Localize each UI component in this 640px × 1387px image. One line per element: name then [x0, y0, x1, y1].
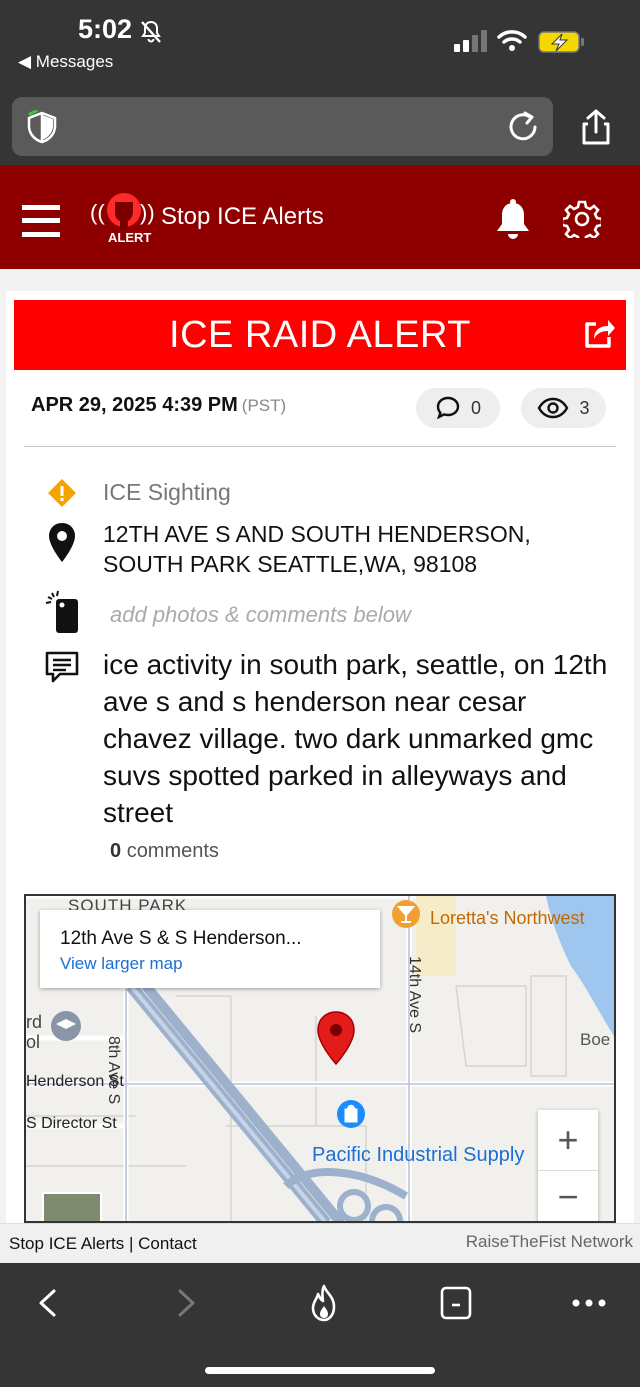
- comments-count-value: 0: [470, 397, 481, 418]
- svg-text:ALERT: ALERT: [108, 230, 151, 245]
- map-edge-label-left-2: ol: [26, 1032, 41, 1052]
- svg-text:((: ((: [90, 200, 105, 225]
- satellite-toggle[interactable]: [42, 1192, 102, 1221]
- alert-timezone: (PST): [241, 396, 287, 415]
- sighting-type: ICE Sighting: [103, 479, 231, 505]
- map-street-director: S Director St: [26, 1115, 117, 1132]
- map-street-8th: 8th Ave S: [105, 1036, 122, 1105]
- battery-charging-icon: [538, 31, 584, 53]
- embedded-map[interactable]: SOUTH PARK Loretta's Northwest Boe rd ol …: [24, 894, 616, 1223]
- footer-links[interactable]: Stop ICE Alerts | Contact: [9, 1234, 197, 1254]
- gear-icon[interactable]: [563, 200, 601, 238]
- address-line-1: 12TH AVE S AND SOUTH HENDERSON,: [103, 521, 531, 547]
- alert-address: 12TH AVE S AND SOUTH HENDERSON, SOUTH PA…: [103, 519, 573, 579]
- speech-bubble-icon: [436, 396, 460, 420]
- comments-summary[interactable]: 0 comments: [110, 840, 219, 863]
- message-icon: [45, 651, 79, 683]
- alert-banner: ICE RAID ALERT: [14, 300, 626, 370]
- map-edge-label-left: rd ol: [26, 1012, 42, 1052]
- alert-datetime: APR 29, 2025 4:39 PM: [31, 394, 238, 416]
- comments-counter[interactable]: 0: [416, 388, 500, 428]
- back-to-messages-link[interactable]: ◀ Messages: [18, 52, 113, 72]
- map-zoom-controls: + −: [538, 1110, 598, 1221]
- forward-arrow-icon[interactable]: [176, 1288, 198, 1318]
- raised-fist-logo[interactable]: (( )) ALERT: [90, 188, 154, 246]
- comments-summary-label: comments: [126, 840, 219, 862]
- hamburger-icon[interactable]: [22, 204, 60, 238]
- back-to-messages-label: Messages: [35, 52, 114, 71]
- wifi-icon: [497, 30, 527, 51]
- map-card-title: 12th Ave S & S Henderson...: [60, 928, 302, 949]
- zoom-in-button[interactable]: +: [538, 1110, 598, 1170]
- alert-description: ice activity in south park, seattle, on …: [103, 649, 608, 828]
- location-pin-icon: [49, 523, 75, 562]
- share-icon[interactable]: [578, 108, 614, 146]
- address-line-2: SOUTH PARK SEATTLE,WA, 98108: [103, 551, 478, 577]
- map-poi-store[interactable]: Pacific Industrial Supply: [312, 1144, 524, 1167]
- more-options-icon[interactable]: [572, 1298, 606, 1308]
- map-edge-label-left-1: rd: [26, 1012, 43, 1032]
- header-divider: [24, 446, 616, 447]
- views-counter: 3: [521, 388, 606, 428]
- views-count-value: 3: [579, 397, 590, 418]
- alert-banner-title: ICE RAID ALERT: [169, 314, 471, 356]
- site-footer: Stop ICE Alerts | Contact RaiseTheFist N…: [0, 1223, 640, 1263]
- alert-date: APR 29, 2025 4:39 PM (PST): [31, 394, 286, 417]
- map-info-card: 12th Ave S & S Henderson... View larger …: [40, 910, 380, 988]
- cellular-signal-icon: [454, 30, 487, 52]
- map-poi-restaurant[interactable]: Loretta's Northwest: [430, 908, 585, 929]
- map-edge-label-right: Boe: [580, 1030, 611, 1049]
- fire-icon[interactable]: [308, 1284, 340, 1322]
- tabs-icon[interactable]: [440, 1286, 472, 1320]
- home-indicator[interactable]: [205, 1367, 435, 1374]
- warning-diamond-icon: [48, 479, 76, 507]
- zoom-out-button[interactable]: −: [538, 1170, 598, 1221]
- footer-network[interactable]: RaiseTheFist Network: [466, 1232, 633, 1252]
- svg-text:)): )): [140, 200, 154, 225]
- app-title[interactable]: Stop ICE Alerts: [161, 203, 324, 231]
- add-photos-hint[interactable]: add photos & comments below: [110, 602, 411, 628]
- camera-phone-icon[interactable]: [44, 589, 80, 635]
- comments-summary-number: 0: [110, 840, 122, 862]
- address-bar[interactable]: [12, 97, 553, 156]
- bell-slash-icon: [141, 20, 161, 43]
- bell-icon[interactable]: [494, 199, 532, 241]
- view-larger-map-link[interactable]: View larger map: [60, 954, 183, 974]
- map-street-14th: 14th Ave S: [406, 956, 423, 1034]
- eye-icon: [538, 397, 569, 419]
- share-icon[interactable]: [582, 316, 616, 350]
- reload-icon[interactable]: [505, 109, 541, 145]
- shield-icon[interactable]: [26, 110, 58, 144]
- status-time: 5:02: [78, 14, 133, 44]
- back-arrow-icon[interactable]: [36, 1288, 58, 1318]
